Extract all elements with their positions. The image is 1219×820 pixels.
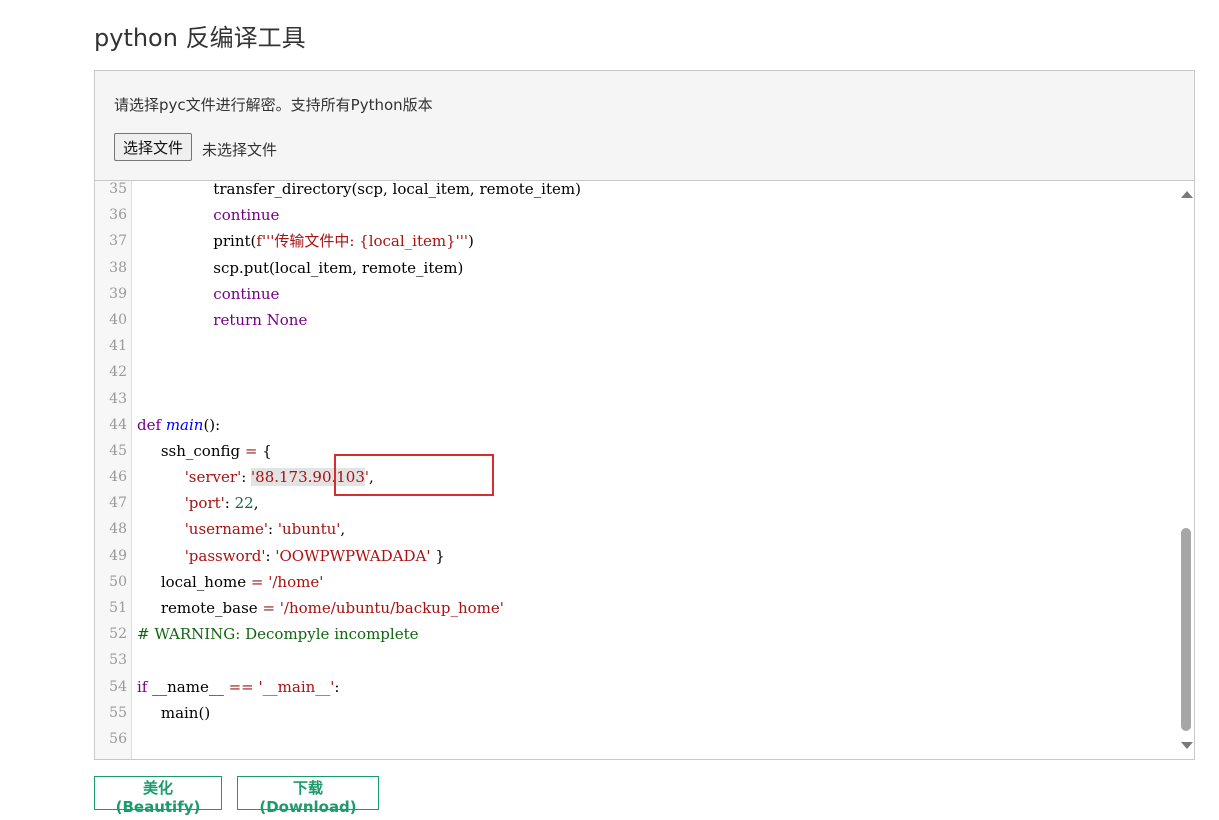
line-number: 46 (109, 469, 127, 486)
line-number: 39 (109, 285, 127, 302)
line-number: 37 (109, 233, 127, 250)
code-line: 55 main() (95, 700, 1175, 726)
code-line: 46 'server': '88.173.90.103', (95, 464, 1175, 490)
line-number: 48 (109, 521, 127, 538)
code-line: 56 (95, 726, 1175, 752)
line-number: 36 (109, 207, 127, 224)
line-number: 56 (109, 730, 127, 747)
beautify-button[interactable]: 美化(Beautify) (94, 776, 222, 816)
code-text: ssh_config = { (137, 441, 272, 460)
line-number: 54 (109, 678, 127, 695)
code-text: transfer_directory(scp, local_item, remo… (213, 180, 581, 198)
code-text: remote_base = '/home/ubuntu/backup_home' (137, 599, 504, 617)
code-line: 52 # WARNING: Decompyle incomplete (95, 621, 1175, 647)
code-lines: 35 transfer_directory(scp, local_item, r… (95, 180, 1175, 752)
code-text: def main(): (137, 415, 221, 434)
line-number: 49 (109, 547, 127, 564)
code-text: local_home = '/home' (137, 572, 324, 591)
code-editor[interactable]: 35 transfer_directory(scp, local_item, r… (94, 180, 1195, 760)
code-line: 51 remote_base = '/home/ubuntu/backup_ho… (95, 595, 1175, 621)
code-line: 43 (95, 386, 1175, 412)
code-text: return None (213, 310, 308, 329)
code-line: 36 continue (95, 202, 1175, 228)
code-text: continue (213, 284, 280, 303)
code-line: 40 return None (95, 307, 1175, 333)
line-number: 42 (109, 364, 127, 381)
code-text: 'port': 22, (184, 494, 259, 513)
code-line: 44 def main(): (95, 412, 1175, 438)
code-line: 53 (95, 647, 1175, 673)
code-line: 54 if __name__ == '__main__': (95, 674, 1175, 700)
line-number: 53 (109, 652, 127, 669)
highlight-annotation-box (334, 454, 494, 496)
scroll-up-icon[interactable] (1181, 191, 1193, 198)
code-line: 37 print(f'''传输文件中: {local_item}''') (95, 228, 1175, 254)
line-number: 52 (109, 626, 127, 643)
code-line: 35 transfer_directory(scp, local_item, r… (95, 180, 1175, 202)
code-text: scp.put(local_item, remote_item) (137, 258, 464, 277)
editor-scrollbar[interactable] (1178, 181, 1194, 759)
code-line: 45 ssh_config = { (95, 438, 1175, 464)
line-number: 44 (109, 416, 127, 433)
code-text: if __name__ == '__main__': (137, 677, 340, 696)
download-button[interactable]: 下载(Download) (237, 776, 379, 816)
code-text: 'password': 'OOWPWPWADADA' } (184, 546, 445, 565)
code-text: transfer_directory(scp, local_item, remo… (137, 180, 581, 202)
file-status: 未选择文件 (202, 141, 278, 159)
line-number: 45 (109, 442, 127, 459)
code-line: 49 'password': 'OOWPWPWADADA' } (95, 543, 1175, 569)
code-text: 'username': 'ubuntu', (184, 520, 346, 539)
line-number: 50 (109, 573, 127, 590)
scroll-down-icon[interactable] (1181, 742, 1193, 749)
line-number: 40 (109, 311, 127, 328)
code-line: 41 (95, 333, 1175, 359)
line-number: 47 (109, 495, 127, 512)
code-line: 48 'username': 'ubuntu', (95, 516, 1175, 542)
code-line: 39 continue (95, 281, 1175, 307)
code-text: print(f'''传输文件中: {local_item}''') (137, 232, 474, 251)
line-number: 38 (109, 259, 127, 276)
upload-panel: 请选择pyc文件进行解密。支持所有Python版本 选择文件 未选择文件 (94, 70, 1195, 181)
page-title: python 反编译工具 (94, 24, 306, 52)
line-number: 55 (109, 704, 127, 721)
upload-hint: 请选择pyc文件进行解密。支持所有Python版本 (114, 96, 433, 114)
line-number: 41 (109, 338, 127, 355)
line-number: 43 (109, 390, 127, 407)
code-text: # WARNING: Decompyle incomplete (137, 625, 419, 644)
code-line: 47 'port': 22, (95, 490, 1175, 516)
code-text: main() (137, 703, 211, 722)
line-number: 35 (109, 181, 127, 197)
code-line: 38 scp.put(local_item, remote_item) (95, 255, 1175, 281)
line-number: 51 (109, 600, 127, 616)
code-line: 50 local_home = '/home' (95, 569, 1175, 595)
code-line: 42 (95, 359, 1175, 385)
code-text: continue (213, 206, 280, 225)
scroll-thumb[interactable] (1181, 528, 1191, 731)
choose-file-button[interactable]: 选择文件 (114, 133, 193, 161)
